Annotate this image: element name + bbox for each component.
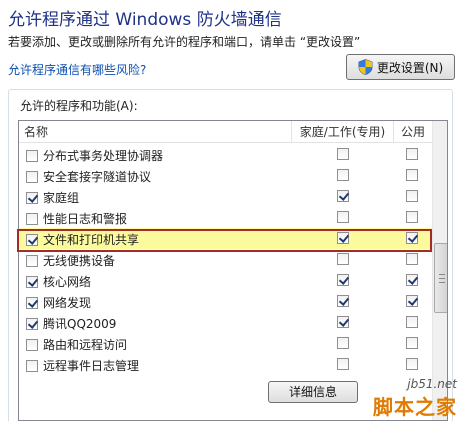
program-enabled-checkbox[interactable] bbox=[26, 275, 38, 288]
program-rows: 分布式事务处理协调器 安全套接字隧道协议 家庭组性能日志和警报 文件和打印机共享 无线便… bbox=[19, 144, 432, 375]
change-settings-label: 更改设置(N) bbox=[376, 60, 444, 75]
home-work-checkbox[interactable] bbox=[337, 358, 349, 370]
program-name-cell: 无线便携设备 bbox=[26, 252, 115, 269]
public-checkbox[interactable] bbox=[406, 253, 418, 265]
public-checkbox[interactable] bbox=[406, 337, 418, 349]
table-row[interactable]: 远程事件日志管理 bbox=[19, 354, 432, 375]
public-checkbox[interactable] bbox=[406, 295, 418, 307]
program-enabled-checkbox[interactable] bbox=[26, 296, 38, 309]
program-enabled-checkbox[interactable] bbox=[26, 191, 38, 204]
home-work-checkbox[interactable] bbox=[337, 274, 349, 286]
program-name-label: 腾讯QQ2009 bbox=[43, 317, 117, 331]
program-enabled-checkbox[interactable] bbox=[26, 254, 38, 267]
program-name-cell: 网络发现 bbox=[26, 294, 91, 311]
table-row[interactable]: 性能日志和警报 bbox=[19, 207, 432, 228]
program-name-label: 远程事件日志管理 bbox=[43, 359, 140, 373]
program-name-cell: 安全套接字隧道协议 bbox=[26, 168, 151, 185]
watermark-url: jb51.net bbox=[407, 377, 457, 391]
table-row[interactable]: 路由和远程访问 bbox=[19, 333, 432, 354]
vertical-scrollbar[interactable] bbox=[432, 121, 447, 420]
home-work-checkbox[interactable] bbox=[337, 337, 349, 349]
program-enabled-checkbox[interactable] bbox=[26, 212, 38, 225]
program-name-label: 路由和远程访问 bbox=[43, 338, 128, 352]
page-title: 允许程序通过 Windows 防火墙通信 bbox=[8, 10, 282, 30]
public-checkbox[interactable] bbox=[406, 316, 418, 328]
program-name-label: 无线便携设备 bbox=[43, 254, 116, 268]
table-row[interactable]: 安全套接字隧道协议 bbox=[19, 165, 432, 186]
table-row[interactable]: 分布式事务处理协调器 bbox=[19, 144, 432, 165]
program-name-cell: 分布式事务处理协调器 bbox=[26, 147, 163, 164]
scrollbar-grip-icon bbox=[439, 274, 445, 283]
table-row[interactable]: 核心网络 bbox=[19, 270, 432, 291]
program-enabled-checkbox[interactable] bbox=[26, 338, 38, 351]
table-row[interactable]: 无线便携设备 bbox=[19, 249, 432, 270]
home-work-checkbox[interactable] bbox=[337, 295, 349, 307]
public-checkbox[interactable] bbox=[406, 148, 418, 160]
program-enabled-checkbox[interactable] bbox=[26, 170, 38, 183]
program-name-cell: 腾讯QQ2009 bbox=[26, 315, 116, 332]
column-header-home-work[interactable]: 家庭/工作(专用) bbox=[292, 121, 394, 143]
program-name-cell: 远程事件日志管理 bbox=[26, 357, 139, 374]
page-subtitle: 若要添加、更改或删除所有允许的程序和端口，请单击 “更改设置” bbox=[8, 35, 361, 49]
table-row[interactable]: 腾讯QQ2009 bbox=[19, 312, 432, 333]
public-checkbox[interactable] bbox=[406, 274, 418, 286]
watermark: jb51.net 脚本之家 bbox=[356, 377, 461, 421]
program-name-label: 核心网络 bbox=[43, 275, 92, 289]
risk-help-link[interactable]: 允许程序通信有哪些风险? bbox=[8, 61, 146, 78]
program-enabled-checkbox[interactable] bbox=[26, 149, 38, 162]
column-header-public[interactable]: 公用 bbox=[394, 121, 432, 143]
table-row[interactable]: 家庭组 bbox=[19, 186, 432, 207]
public-checkbox[interactable] bbox=[406, 211, 418, 223]
public-checkbox[interactable] bbox=[406, 358, 418, 370]
program-name-cell: 文件和打印机共享 bbox=[26, 231, 139, 248]
home-work-checkbox[interactable] bbox=[337, 169, 349, 181]
program-name-label: 网络发现 bbox=[43, 296, 92, 310]
program-enabled-checkbox[interactable] bbox=[26, 233, 38, 246]
program-enabled-checkbox[interactable] bbox=[26, 359, 38, 372]
home-work-checkbox[interactable] bbox=[337, 253, 349, 265]
program-name-cell: 核心网络 bbox=[26, 273, 91, 290]
scrollbar-thumb[interactable] bbox=[434, 243, 447, 313]
watermark-name: 脚本之家 bbox=[373, 395, 457, 419]
details-button[interactable]: 详细信息 bbox=[268, 381, 358, 403]
program-name-label: 安全套接字隧道协议 bbox=[43, 170, 152, 184]
public-checkbox[interactable] bbox=[406, 169, 418, 181]
allowed-programs-label: 允许的程序和功能(A): bbox=[20, 99, 138, 113]
program-name-label: 性能日志和警报 bbox=[43, 212, 128, 226]
home-work-checkbox[interactable] bbox=[337, 148, 349, 160]
home-work-checkbox[interactable] bbox=[337, 232, 349, 244]
program-name-cell: 性能日志和警报 bbox=[26, 210, 127, 227]
home-work-checkbox[interactable] bbox=[337, 316, 349, 328]
home-work-checkbox[interactable] bbox=[337, 190, 349, 202]
program-enabled-checkbox[interactable] bbox=[26, 317, 38, 330]
public-checkbox[interactable] bbox=[406, 190, 418, 202]
list-header: 名称 家庭/工作(专用) 公用 bbox=[19, 121, 432, 143]
uac-shield-icon bbox=[358, 59, 373, 75]
program-name-cell: 家庭组 bbox=[26, 189, 79, 206]
change-settings-button[interactable]: 更改设置(N) bbox=[346, 54, 455, 80]
column-header-name[interactable]: 名称 bbox=[19, 121, 292, 143]
home-work-checkbox[interactable] bbox=[337, 211, 349, 223]
program-name-label: 家庭组 bbox=[43, 191, 80, 205]
program-name-label: 分布式事务处理协调器 bbox=[43, 149, 164, 163]
program-name-cell: 路由和远程访问 bbox=[26, 336, 127, 353]
table-row[interactable]: 网络发现 bbox=[19, 291, 432, 312]
allowed-programs-list[interactable]: 名称 家庭/工作(专用) 公用 分布式事务处理协调器 安全套接字隧道协议 家庭组性能… bbox=[18, 120, 448, 421]
public-checkbox[interactable] bbox=[406, 232, 418, 244]
program-name-label: 文件和打印机共享 bbox=[43, 233, 140, 247]
table-row[interactable]: 文件和打印机共享 bbox=[19, 228, 432, 249]
